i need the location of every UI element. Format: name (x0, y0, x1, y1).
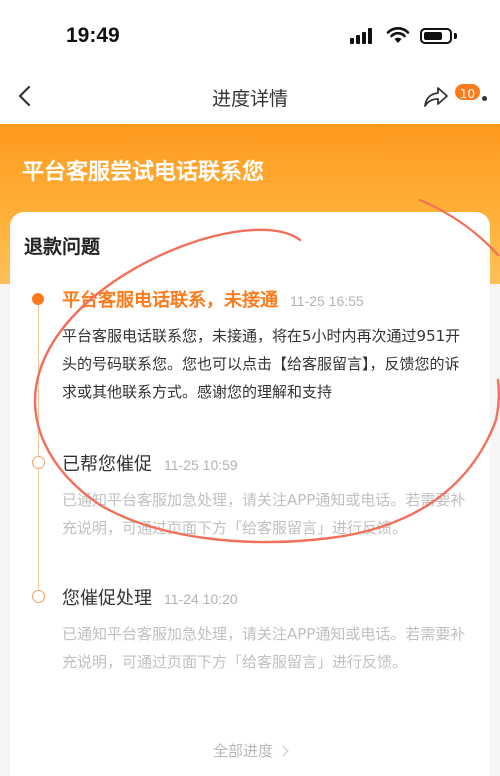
share-icon[interactable] (422, 84, 450, 110)
battery-icon (420, 28, 452, 44)
signal-icon (350, 28, 372, 44)
step-description: 平台客服电话联系您，未接通，将在5小时内再次通过951开头的号码联系您。您也可以… (62, 327, 461, 401)
notification-badge: 10 (452, 82, 482, 102)
step-title: 您催促处理 (62, 588, 152, 609)
step-dot (32, 590, 45, 603)
card-title: 退款问题 (24, 236, 101, 258)
step-description: 已通知平台客服加急处理，请关注APP通知或电话。若需要补充说明，可通过页面下方「… (62, 491, 466, 537)
all-progress-label: 全部进度 (212, 742, 273, 760)
step-time: 11-25 10:59 (164, 457, 238, 473)
step-description: 已通知平台客服加急处理，请关注APP通知或电话。若需要补充说明，可通过页面下方「… (62, 625, 466, 671)
more-button[interactable]: 10 (452, 82, 490, 110)
step-dot (32, 456, 45, 469)
status-bar: 19:49 (0, 0, 500, 70)
nav-bar: 进度详情 10 (0, 70, 500, 124)
step-title: 已帮您催促 (62, 454, 152, 475)
status-icons (350, 26, 460, 46)
banner-title: 平台客服尝试电话联系您 (22, 160, 265, 185)
chevron-right-icon (277, 745, 289, 757)
timeline-line (38, 302, 39, 592)
status-time: 19:49 (66, 24, 120, 47)
progress-card: 退款问题 平台客服电话联系，未接通 11-25 16:55 平台客服电话联系您，未… (10, 212, 490, 776)
step-time: 11-25 16:55 (290, 293, 364, 309)
all-progress-link[interactable]: 全部进度 (10, 740, 490, 761)
active-step-dot (32, 293, 44, 305)
step-time: 11-24 10:20 (164, 591, 238, 607)
step-title: 平台客服电话联系，未接通 (62, 290, 278, 311)
wifi-icon (386, 27, 410, 43)
